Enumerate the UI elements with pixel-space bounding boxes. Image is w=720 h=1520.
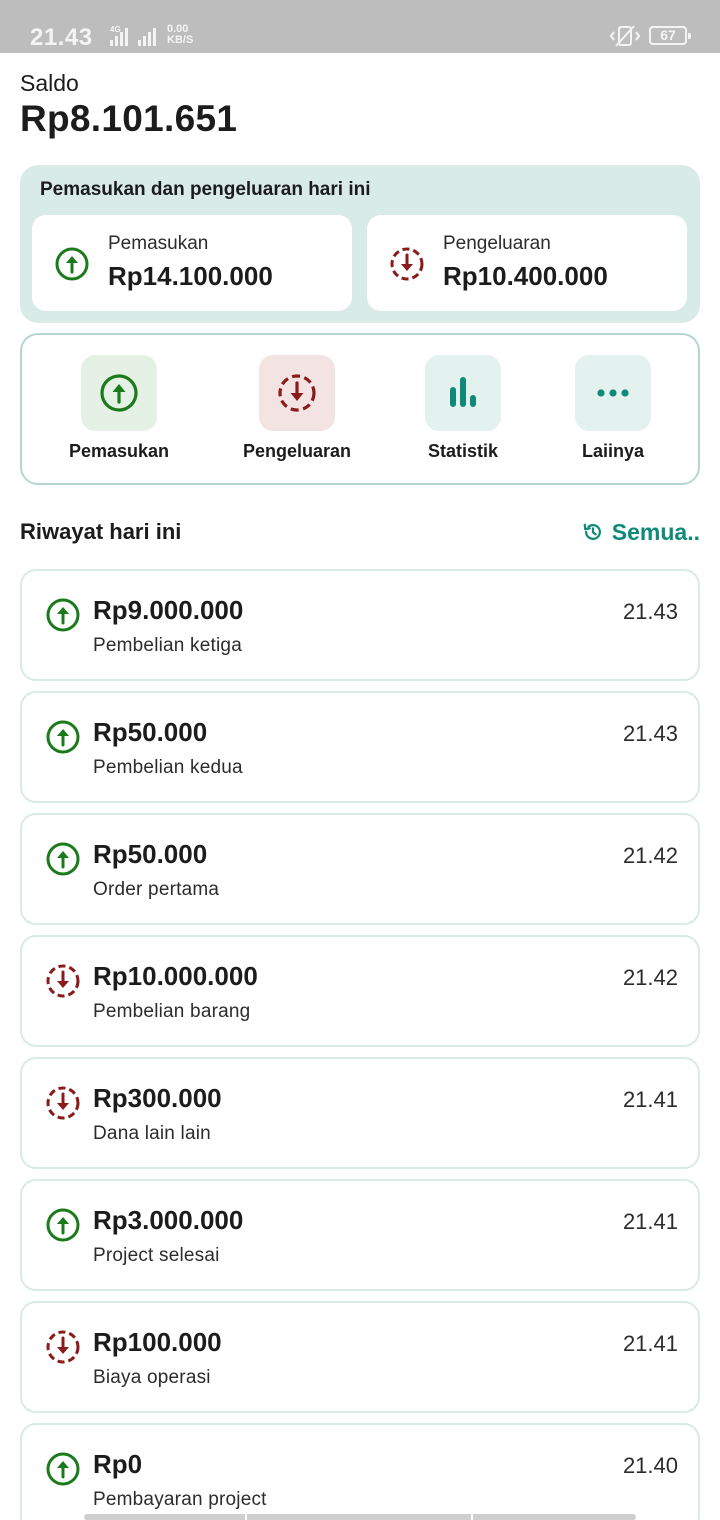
history-icon bbox=[583, 523, 601, 540]
status-time: 21.43 bbox=[30, 24, 93, 51]
transaction-row[interactable]: Rp100.000 Biaya operasi 21.41 bbox=[20, 1301, 700, 1413]
battery-icon: 67 bbox=[649, 26, 691, 45]
transaction-row[interactable]: Rp50.000 Pembelian kedua 21.43 bbox=[20, 691, 700, 803]
menu-statistics-tile[interactable] bbox=[425, 355, 501, 431]
transaction-amount: Rp9.000.000 bbox=[93, 595, 244, 625]
balance-label: Saldo bbox=[20, 70, 79, 96]
network-speed: 0.00 KB/S bbox=[167, 23, 194, 46]
history-title: Riwayat hari ini bbox=[20, 519, 182, 544]
menu-statistics-label: Statistik bbox=[427, 441, 499, 461]
more-dots-icon bbox=[597, 389, 629, 397]
today-summary-title: Pemasukan dan pengeluaran hari ini bbox=[40, 179, 371, 200]
menu-income-tile[interactable] bbox=[81, 355, 157, 431]
today-summary: Pemasukan dan pengeluaran hari ini Pemas… bbox=[20, 165, 700, 323]
arrow-up-circle-icon bbox=[46, 598, 80, 632]
transaction-amount: Rp50.000 bbox=[93, 717, 208, 747]
arrow-up-circle-icon bbox=[46, 1208, 80, 1242]
menu-more-label: Laiinya bbox=[581, 441, 645, 461]
arrow-down-dashed-circle-icon bbox=[390, 247, 424, 281]
transaction-time: 21.41 bbox=[622, 1087, 678, 1112]
transaction-description: Project selesai bbox=[93, 1245, 220, 1266]
arrow-down-dashed-circle-icon bbox=[278, 374, 316, 412]
arrow-down-dashed-circle-icon bbox=[46, 1086, 80, 1120]
see-all-link[interactable]: Semua.. bbox=[583, 519, 700, 546]
svg-text:4G: 4G bbox=[110, 25, 121, 34]
quick-menu: Pemasukan Pengeluaran Statistik Laiinya bbox=[20, 333, 700, 485]
transaction-time: 21.42 bbox=[622, 965, 678, 990]
menu-statistics-button[interactable]: Statistik bbox=[388, 355, 538, 462]
bar-chart-icon bbox=[450, 377, 476, 407]
arrow-up-circle-icon bbox=[46, 842, 80, 876]
transaction-amount: Rp3.000.000 bbox=[93, 1205, 244, 1235]
transaction-row[interactable]: Rp300.000 Dana lain lain 21.41 bbox=[20, 1057, 700, 1169]
transaction-description: Biaya operasi bbox=[93, 1367, 211, 1388]
menu-more-tile[interactable] bbox=[575, 355, 651, 431]
expense-value: Rp10.400.000 bbox=[443, 261, 608, 291]
transaction-time: 21.41 bbox=[622, 1331, 678, 1356]
transaction-amount: Rp50.000 bbox=[93, 839, 208, 869]
menu-income-button[interactable]: Pemasukan bbox=[44, 355, 194, 462]
vibrate-icon bbox=[609, 25, 641, 47]
see-all-label: Semua.. bbox=[611, 519, 700, 545]
transaction-time: 21.40 bbox=[622, 1453, 678, 1478]
income-summary-card[interactable]: Pemasukan Rp14.100.000 bbox=[32, 215, 352, 311]
menu-more-button[interactable]: Laiinya bbox=[538, 355, 688, 462]
transaction-amount: Rp100.000 bbox=[93, 1327, 222, 1357]
transaction-amount: Rp0 bbox=[93, 1449, 143, 1479]
transaction-description: Pembayaran project bbox=[93, 1489, 267, 1510]
transaction-time: 21.41 bbox=[622, 1209, 678, 1234]
arrow-down-dashed-circle-icon bbox=[46, 1330, 80, 1364]
transaction-description: Pembelian kedua bbox=[93, 757, 243, 778]
transaction-amount: Rp300.000 bbox=[93, 1083, 222, 1113]
balance-value: Rp8.101.651 bbox=[20, 98, 238, 139]
arrow-up-circle-icon bbox=[46, 1452, 80, 1486]
menu-expense-label: Pengeluaran bbox=[242, 441, 352, 461]
transaction-row[interactable]: Rp50.000 Order pertama 21.42 bbox=[20, 813, 700, 925]
income-label: Pemasukan bbox=[108, 233, 209, 254]
status-bar: 21.43 4G 0.00 KB/S 67 bbox=[0, 0, 720, 53]
arrow-up-circle-icon bbox=[100, 374, 138, 412]
arrow-up-circle-icon bbox=[46, 720, 80, 754]
transaction-time: 21.43 bbox=[622, 599, 678, 624]
transaction-row[interactable]: Rp3.000.000 Project selesai 21.41 bbox=[20, 1179, 700, 1291]
transaction-time: 21.42 bbox=[622, 843, 678, 868]
menu-expense-tile[interactable] bbox=[259, 355, 335, 431]
transaction-amount: Rp10.000.000 bbox=[93, 961, 258, 991]
transaction-row[interactable]: Rp10.000.000 Pembelian barang 21.42 bbox=[20, 935, 700, 1047]
arrow-up-circle-icon bbox=[55, 247, 89, 281]
expense-summary-card[interactable]: Pengeluaran Rp10.400.000 bbox=[367, 215, 687, 311]
transaction-description: Pembelian ketiga bbox=[93, 635, 242, 656]
expense-label: Pengeluaran bbox=[443, 233, 551, 254]
transaction-row[interactable]: Rp9.000.000 Pembelian ketiga 21.43 bbox=[20, 569, 700, 681]
transaction-description: Dana lain lain bbox=[93, 1123, 211, 1144]
income-value: Rp14.100.000 bbox=[108, 261, 273, 291]
home-indicator bbox=[84, 1514, 636, 1520]
transaction-description: Pembelian barang bbox=[93, 1001, 251, 1022]
transaction-time: 21.43 bbox=[622, 721, 678, 746]
menu-income-label: Pemasukan bbox=[68, 441, 170, 461]
transaction-description: Order pertama bbox=[93, 879, 220, 900]
menu-expense-button[interactable]: Pengeluaran bbox=[222, 355, 372, 462]
arrow-down-dashed-circle-icon bbox=[46, 964, 80, 998]
transaction-row[interactable]: Rp0 Pembayaran project 21.40 bbox=[20, 1423, 700, 1520]
